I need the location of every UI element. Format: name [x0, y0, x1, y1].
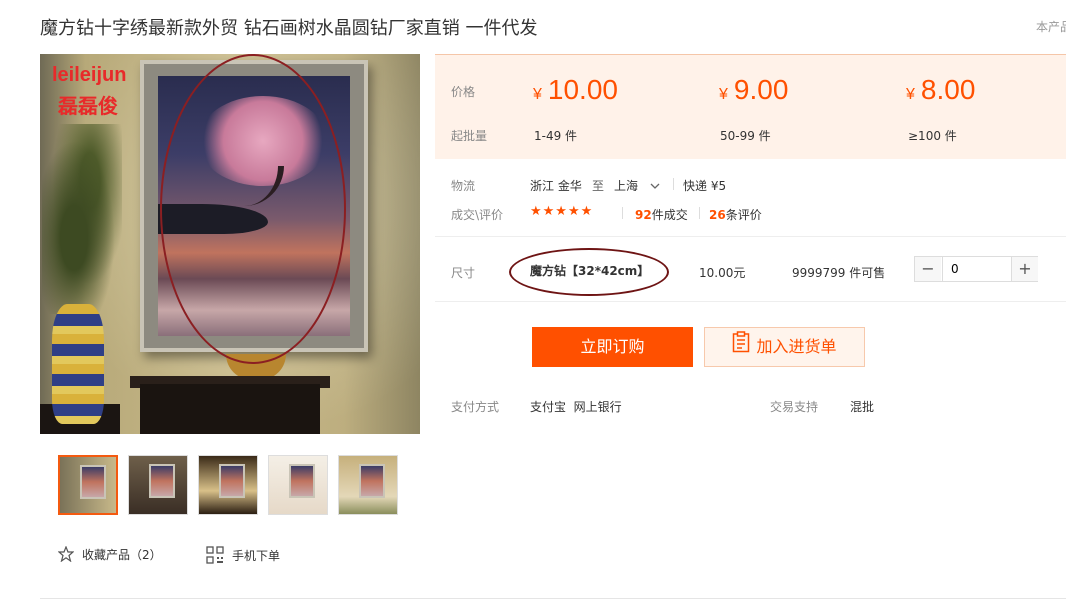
sku-stock: 9999799 件可售 [792, 266, 886, 280]
thumbnail-5[interactable] [338, 455, 398, 515]
min-qty-label: 起批量 [451, 129, 488, 143]
clipboard-icon [732, 329, 750, 367]
qty-tier-2: 50-99 件 [720, 129, 771, 143]
price-label: 价格 [451, 85, 476, 99]
thumbnail-1[interactable] [58, 455, 118, 515]
thumbnail-3[interactable] [198, 455, 258, 515]
price-tier-3: ¥8.00 [906, 74, 975, 106]
deals-label: 成交\评价 [451, 208, 504, 222]
rating-stars: ★★★★★ [530, 204, 594, 219]
size-label: 尺寸 [451, 266, 476, 280]
divider-2 [435, 301, 1066, 302]
add-to-cart-button[interactable]: 加入进货单 [704, 327, 865, 367]
logistics-from: 浙江 金华 [530, 179, 582, 193]
add-to-cart-label: 加入进货单 [756, 337, 837, 356]
divider-1 [435, 236, 1066, 237]
price-tier-2: ¥9.00 [719, 74, 788, 106]
qty-tier-1: 1-49 件 [534, 129, 578, 143]
deals-divider-1 [622, 207, 623, 219]
reviews-number: 26 [709, 208, 726, 222]
annotation-circle [160, 54, 346, 364]
side-table [140, 384, 320, 434]
logistics-divider [673, 178, 674, 190]
quantity-input[interactable] [942, 257, 1012, 281]
logistics-label: 物流 [451, 179, 476, 193]
thumbnail-4[interactable] [268, 455, 328, 515]
buy-now-button[interactable]: 立即订购 [532, 327, 693, 367]
reviews-suffix: 条评价 [725, 208, 762, 222]
destination-city: 上海 [614, 179, 639, 193]
favorite-label: 收藏产品（2） [82, 548, 162, 562]
mobile-order[interactable]: 手机下单 [206, 546, 280, 567]
quantity-stepper: − + [914, 256, 1038, 282]
increment-button[interactable]: + [1012, 257, 1038, 281]
plant-decor [42, 124, 122, 314]
price-tier-1-value: 10.00 [547, 74, 618, 105]
express-fee: 快递 ¥5 [683, 179, 727, 193]
main-product-image[interactable]: leileijun 磊磊俊 [40, 54, 420, 434]
logistics-to-word: 至 [592, 179, 605, 193]
qr-code-icon [206, 546, 224, 567]
sku-price: 10.00元 [699, 266, 746, 280]
trade-support-value: 混批 [850, 400, 875, 414]
mobile-label: 手机下单 [232, 549, 281, 563]
trade-support-label: 交易支持 [770, 400, 819, 414]
logistics-destination[interactable]: 上海 [614, 177, 660, 194]
reviews-count[interactable]: 26条评价 [709, 206, 762, 223]
deals-divider-2 [699, 207, 700, 219]
currency-symbol: ¥ [533, 86, 542, 103]
product-title: 魔方钻十字绣最新款外贸 钻石画树水晶圆钻厂家直销 一件代发 [40, 18, 538, 39]
chevron-down-icon [650, 179, 660, 193]
deals-number: 92 [635, 208, 652, 222]
watermark-en: leileijun [52, 64, 127, 86]
price-tier-3-value: 8.00 [920, 74, 976, 105]
deals-count[interactable]: 92件成交 [635, 206, 688, 223]
thumbnail-2[interactable] [128, 455, 188, 515]
price-tier-1: ¥10.00 [533, 74, 618, 106]
payment-label: 支付方式 [451, 400, 500, 414]
decrement-button[interactable]: − [915, 257, 941, 281]
price-tier-2-value: 9.00 [733, 74, 789, 105]
star-outline-icon [57, 545, 75, 565]
qty-tier-3: ≥100 件 [908, 129, 957, 143]
watermark-cn: 磊磊俊 [58, 94, 118, 118]
payment-methods: 支付宝 网上银行 [530, 400, 622, 414]
top-right-text[interactable]: 本产品 [1036, 18, 1066, 35]
bottom-divider [40, 598, 1066, 599]
favorite-product[interactable]: 收藏产品（2） [57, 545, 162, 565]
currency-symbol: ¥ [719, 86, 728, 103]
deals-suffix: 件成交 [651, 208, 688, 222]
currency-symbol: ¥ [906, 86, 915, 103]
porcelain-vase [52, 304, 104, 424]
sku-annotation-circle [509, 248, 669, 296]
